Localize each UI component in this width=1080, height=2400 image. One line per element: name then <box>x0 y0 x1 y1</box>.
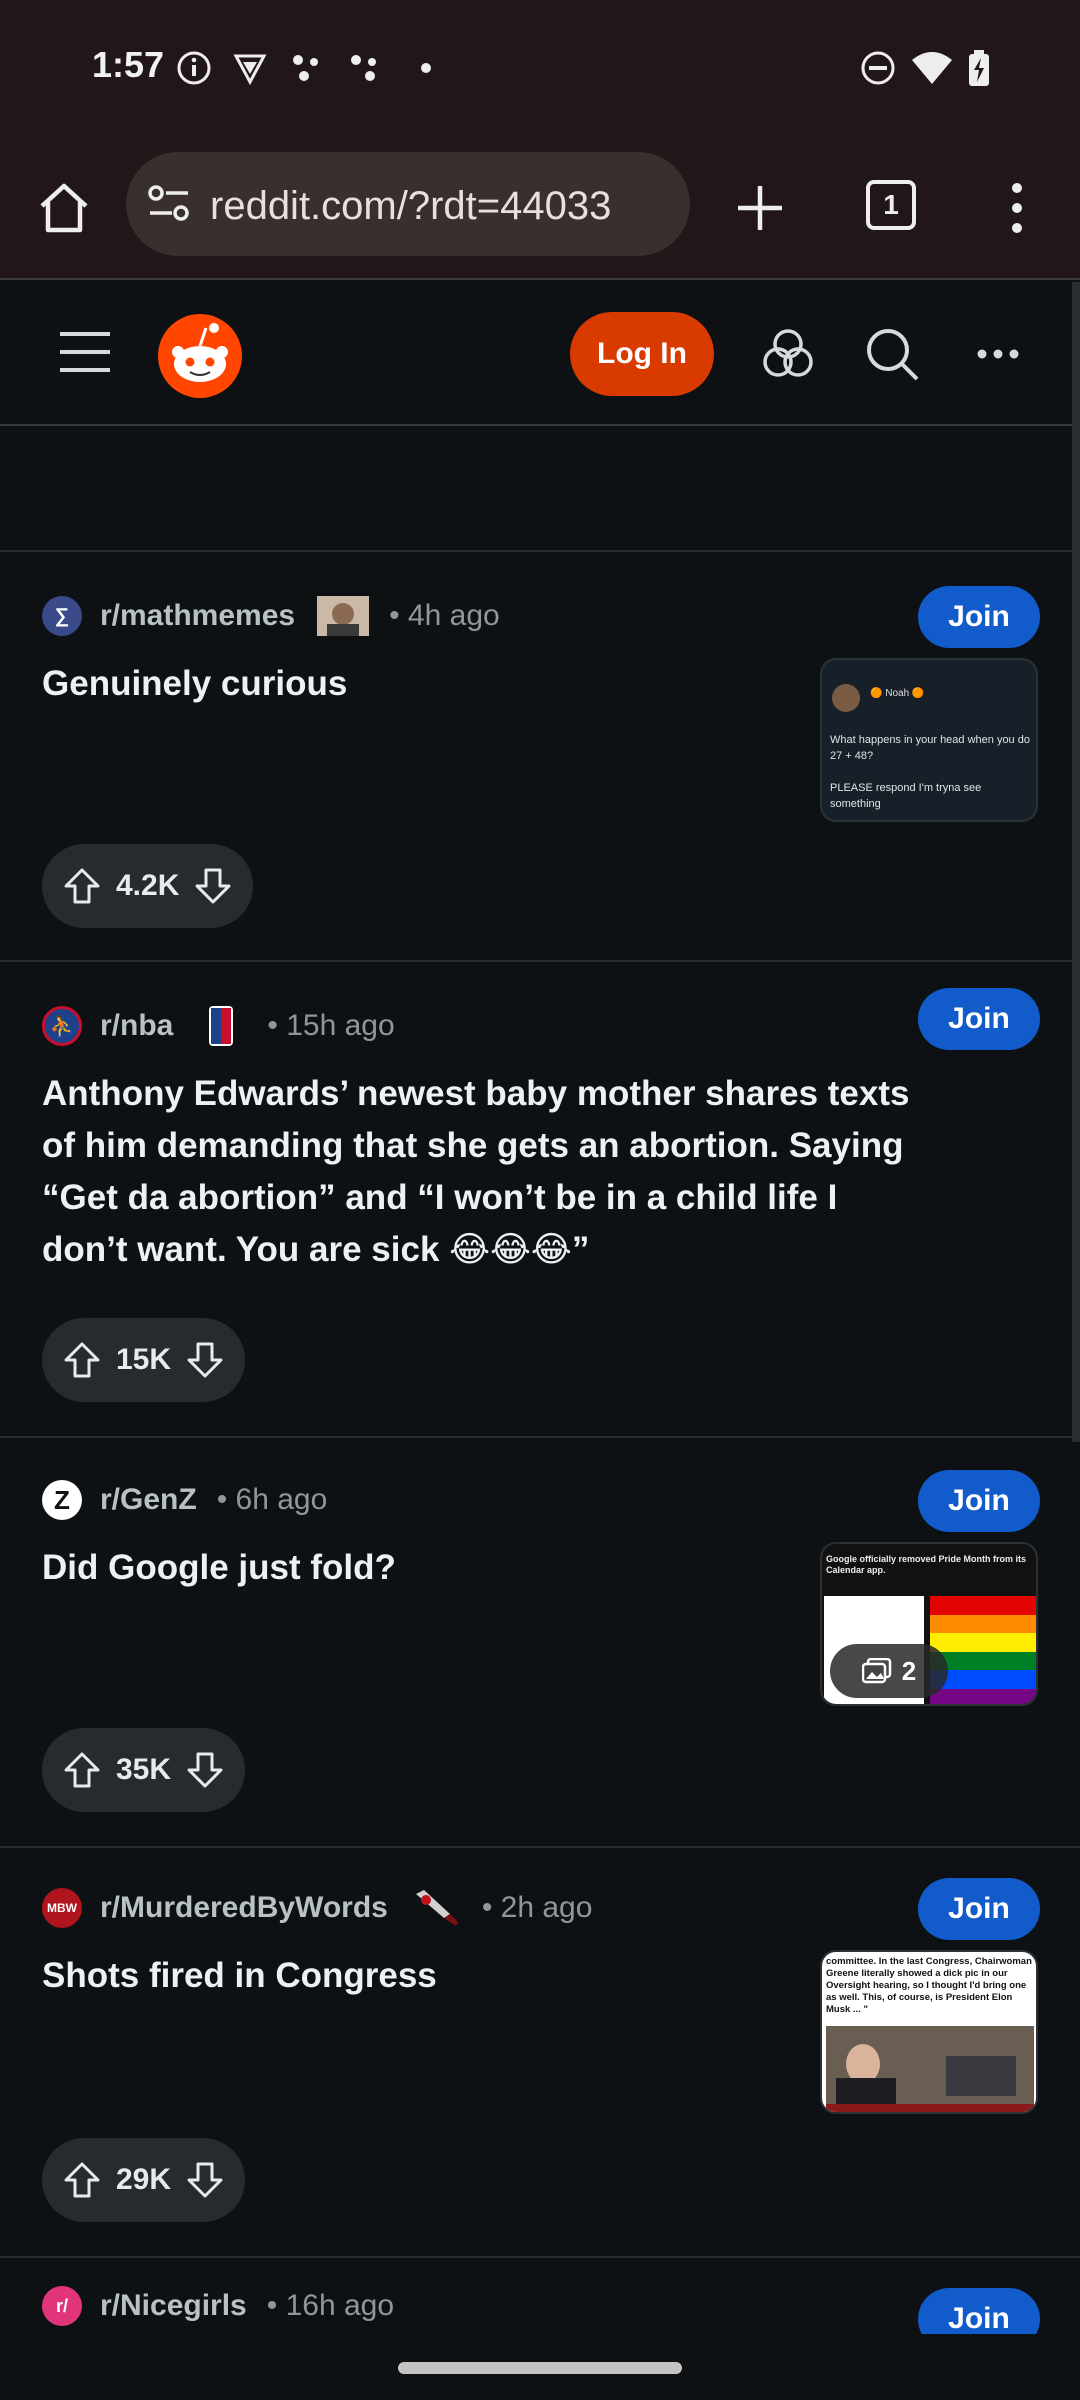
vote-bar: 35K <box>42 1728 246 1812</box>
downvote-icon[interactable] <box>185 2160 225 2200</box>
post-meta: ∑ r/mathmemes • 4h ago <box>42 594 500 638</box>
subreddit-name[interactable]: r/nba <box>100 1009 173 1043</box>
subreddit-name[interactable]: r/mathmemes <box>100 599 295 633</box>
post-title[interactable]: Did Google just fold? <box>42 1542 762 1594</box>
status-bar: 1:57 <box>0 0 1080 138</box>
join-button[interactable]: Join <box>918 1470 1040 1532</box>
site-settings-icon[interactable] <box>146 182 192 226</box>
address-bar[interactable]: reddit.com/?rdt=44033 <box>126 152 690 256</box>
upvote-icon[interactable] <box>62 866 102 906</box>
subreddit-avatar[interactable]: ⛹ <box>42 1006 82 1046</box>
post-meta: MBW r/MurderedByWords • 2h ago <box>42 1886 592 1930</box>
downvote-icon[interactable] <box>193 866 233 906</box>
post-time: • 2h ago <box>481 1891 593 1924</box>
post-time: • 15h ago <box>267 1009 395 1042</box>
post-card[interactable]: MBW r/MurderedByWords • 2h ago Join Shot… <box>0 1850 1080 2258</box>
more-vert-icon[interactable] <box>1002 178 1032 238</box>
downvote-icon[interactable] <box>185 1750 225 1790</box>
more-horizontal-icon[interactable] <box>976 344 1020 364</box>
reddit-logo-icon[interactable] <box>156 312 244 400</box>
subreddit-avatar[interactable]: r/ <box>42 2286 82 2326</box>
downvote-icon[interactable] <box>185 1340 225 1380</box>
post-meta: ⛹ r/nba • 15h ago <box>42 1004 395 1048</box>
post-card[interactable]: ⛹ r/nba • 15h ago Join Anthony Edwards’ … <box>0 964 1080 1438</box>
tab-count: 1 <box>883 189 899 220</box>
search-icon[interactable] <box>864 326 920 382</box>
join-button[interactable]: Join <box>918 586 1040 648</box>
wifi-icon <box>912 52 952 84</box>
join-button[interactable]: Join <box>918 1878 1040 1940</box>
join-button[interactable]: Join <box>918 2288 1040 2334</box>
gesture-nav-handle[interactable] <box>398 2362 682 2374</box>
gallery-icon <box>861 1658 892 1684</box>
post-title[interactable]: Shots fired in Congress <box>42 1950 762 2002</box>
join-button[interactable]: Join <box>918 988 1040 1050</box>
tweet-text: What happens in your head when you do 27… <box>830 734 1030 762</box>
tweet-avatar <box>832 684 860 712</box>
knife-flair-icon <box>415 1890 458 1926</box>
tweet-text-2: PLEASE respond I'm tryna see something <box>830 782 982 810</box>
subreddit-avatar[interactable]: ∑ <box>42 596 82 636</box>
post-title[interactable]: Anthony Edwards’ newest baby mother shar… <box>42 1068 922 1276</box>
info-icon <box>177 51 211 85</box>
subreddit-avatar[interactable]: MBW <box>42 1888 82 1928</box>
vote-count: 15K <box>116 1343 172 1376</box>
vote-bar: 15K <box>42 1318 246 1402</box>
notification-dot-icon <box>421 63 431 73</box>
gallery-badge: 2 <box>830 1644 948 1698</box>
post-meta: r/ r/Nicegirls • 16h ago <box>42 2284 394 2328</box>
tab-switcher-button[interactable]: 1 <box>866 180 916 230</box>
vote-count: 4.2K <box>116 869 180 902</box>
post-card[interactable]: ∑ r/mathmemes • 4h ago Join Genuinely cu… <box>0 554 1080 962</box>
vote-bar: 29K <box>42 2138 246 2222</box>
login-button[interactable]: Log In <box>570 312 714 396</box>
post-card[interactable]: r/ r/Nicegirls • 16h ago Join <box>0 2260 1080 2334</box>
subreddit-name[interactable]: r/GenZ <box>100 1483 197 1517</box>
dnd-icon <box>861 51 895 85</box>
post-time: • 6h ago <box>216 1483 328 1516</box>
hamburger-menu-icon[interactable] <box>60 330 110 374</box>
hearing-photo <box>826 2026 1034 2112</box>
user-flair-image <box>317 596 370 636</box>
post-thumbnail[interactable]: Google officially removed Pride Month fr… <box>820 1542 1038 1706</box>
subreddit-name[interactable]: r/MurderedByWords <box>100 1891 388 1925</box>
banner-placeholder <box>0 428 1080 552</box>
post-title[interactable]: Genuinely curious <box>42 658 762 710</box>
advertise-icon[interactable] <box>760 326 816 382</box>
assistant-dots-icon-2 <box>351 55 376 81</box>
upvote-icon[interactable] <box>62 1750 102 1790</box>
shield-icon <box>233 54 267 86</box>
assistant-dots-icon <box>293 55 318 81</box>
upvote-icon[interactable] <box>62 2160 102 2200</box>
upvote-icon[interactable] <box>62 1340 102 1380</box>
gallery-count: 2 <box>901 1655 917 1686</box>
post-time: • 16h ago <box>266 2289 395 2322</box>
battery-icon <box>969 50 989 86</box>
post-thumbnail[interactable]: 🟠 Noah 🟠 What happens in your head when … <box>820 658 1038 822</box>
nba-logo-flair <box>209 1006 234 1046</box>
vote-count: 35K <box>116 1753 172 1786</box>
new-tab-icon[interactable] <box>732 180 788 236</box>
post-thumbnail[interactable]: committee. In the last Congress, Chairwo… <box>820 1950 1038 2114</box>
subreddit-avatar[interactable]: Z <box>42 1480 82 1520</box>
post-card[interactable]: Z r/GenZ • 6h ago Join Did Google just f… <box>0 1440 1080 1848</box>
home-icon[interactable] <box>36 180 92 236</box>
post-time: • 4h ago <box>389 599 500 632</box>
subreddit-name[interactable]: r/Nicegirls <box>100 2289 247 2323</box>
thumbnail-caption: committee. In the last Congress, Chairwo… <box>826 1956 1032 2015</box>
vote-count: 29K <box>116 2163 172 2196</box>
vote-bar: 4.2K <box>42 844 254 928</box>
tweet-author: 🟠 Noah 🟠 <box>870 688 925 699</box>
url-text: reddit.com/?rdt=44033 <box>210 184 612 228</box>
post-meta: Z r/GenZ • 6h ago <box>42 1478 327 1522</box>
pride-flag-image <box>930 1596 1036 1704</box>
status-time: 1:57 <box>92 44 165 85</box>
reddit-header: Log In <box>0 282 1080 426</box>
browser-toolbar: reddit.com/?rdt=44033 1 <box>0 138 1080 280</box>
thumbnail-caption: Google officially removed Pride Month fr… <box>826 1554 1027 1575</box>
